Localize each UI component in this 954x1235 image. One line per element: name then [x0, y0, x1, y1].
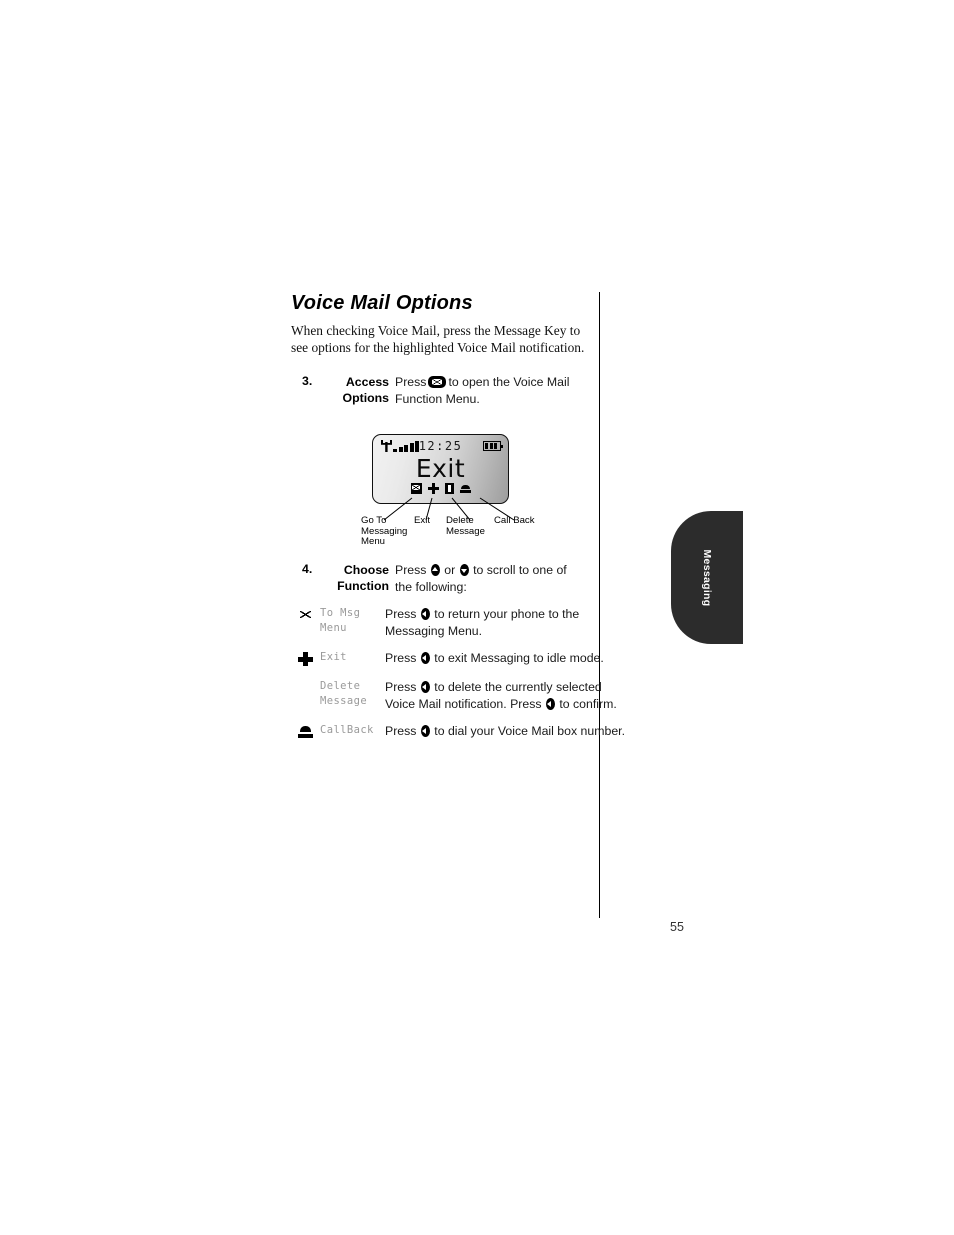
lcd-soft-icon-row — [373, 483, 508, 494]
select-key-icon — [545, 697, 555, 710]
lcd-call-back-phone-icon — [459, 483, 471, 494]
battery-icon — [483, 441, 503, 451]
callout-go-to-messaging-menu: Go To Messaging Menu — [361, 515, 408, 547]
step-3-body-line2: Function Menu. — [395, 391, 480, 406]
exit-icon-cell — [298, 650, 320, 670]
up-key-icon — [430, 564, 440, 576]
to-msg-menu-icon-cell — [298, 606, 320, 626]
step-4-title: Choose Function — [319, 562, 395, 594]
select-key-icon — [420, 681, 430, 693]
exit-label: Exit — [320, 651, 347, 663]
step-4-press-label: Press — [395, 563, 427, 577]
function-row-delete-message: Delete Message Press to delete the curre… — [298, 679, 617, 712]
to-msg-menu-description: Press to return your phone to the Messag… — [385, 607, 580, 638]
down-key-icon — [459, 564, 469, 576]
page-number: 55 — [670, 920, 684, 934]
select-key-icon — [420, 608, 430, 620]
phone-display-illustration: 12:25 Exit — [372, 434, 509, 504]
function-row-call-back: CallBack Press to dial your Voice Mail b… — [298, 723, 625, 743]
call-back-icon-cell — [298, 723, 320, 743]
callout-exit: Exit — [414, 515, 430, 526]
lcd-envelope-icon — [410, 483, 422, 494]
callout-delete-message: Delete Message — [446, 515, 485, 537]
antenna-icon — [381, 440, 392, 452]
column-divider-rule — [599, 292, 600, 918]
delete-message-label: Delete Message — [320, 680, 368, 707]
step-4: 4. Choose Function Press or to scroll to… — [302, 562, 567, 595]
step-3-title-line2: Options — [342, 391, 389, 405]
call-back-label: CallBack — [320, 724, 374, 736]
phone-lcd-screen: 12:25 Exit — [372, 434, 509, 504]
lcd-clock: 12:25 — [418, 439, 463, 453]
lcd-main-text: Exit — [415, 454, 466, 483]
section-tab-label: Messaging — [701, 549, 713, 606]
step-4-title-line1: Choose — [343, 563, 389, 577]
delete-message-icon-cell — [298, 679, 320, 699]
step-4-or-label: or — [444, 563, 456, 577]
step-3: 3. Access Options Press to open the Voice… — [302, 374, 569, 407]
step-4-body: Press or to scroll to one of the followi… — [395, 562, 567, 595]
step-4-title-line2: Function — [337, 579, 389, 593]
manual-page: Voice Mail Options When checking Voice M… — [0, 0, 954, 1235]
delete-message-description: Press to delete the currently selected V… — [385, 680, 617, 711]
step-4-number: 4. — [302, 562, 313, 576]
lcd-delete-trash-icon-selected — [444, 483, 454, 494]
function-row-to-msg-menu: To Msg Menu Press to return your phone t… — [298, 606, 579, 639]
step-4-body-line2: the following: — [395, 579, 467, 594]
step-3-body: Press to open the Voice Mail Function Men… — [395, 374, 569, 407]
step-3-body-post: to open the Voice Mail — [448, 375, 570, 389]
step-3-title: Access Options — [319, 374, 395, 406]
select-key-icon — [420, 652, 430, 664]
step-3-number: 3. — [302, 374, 313, 388]
signal-strength-bars — [393, 441, 419, 452]
lcd-status-bar: 12:25 — [380, 439, 503, 453]
function-row-exit: Exit Press to exit Messaging to idle mod… — [298, 650, 604, 670]
intro-paragraph: When checking Voice Mail, press the Mess… — [291, 323, 585, 355]
call-back-description: Press to dial your Voice Mail box number… — [385, 724, 625, 738]
step-4-body-post: to scroll to one of — [473, 563, 567, 577]
page-title: Voice Mail Options — [291, 292, 473, 314]
lcd-exit-cross-icon — [427, 483, 439, 494]
to-msg-menu-label: To Msg Menu — [320, 607, 361, 634]
exit-description: Press to exit Messaging to idle mode. — [385, 651, 604, 665]
step-3-press-label: Press — [395, 375, 427, 389]
step-3-title-line1: Access — [345, 375, 389, 389]
section-tab-messaging: Messaging — [671, 511, 743, 644]
message-key-icon — [428, 376, 447, 388]
select-key-icon — [420, 725, 430, 737]
callout-call-back: Call Back — [494, 515, 535, 526]
